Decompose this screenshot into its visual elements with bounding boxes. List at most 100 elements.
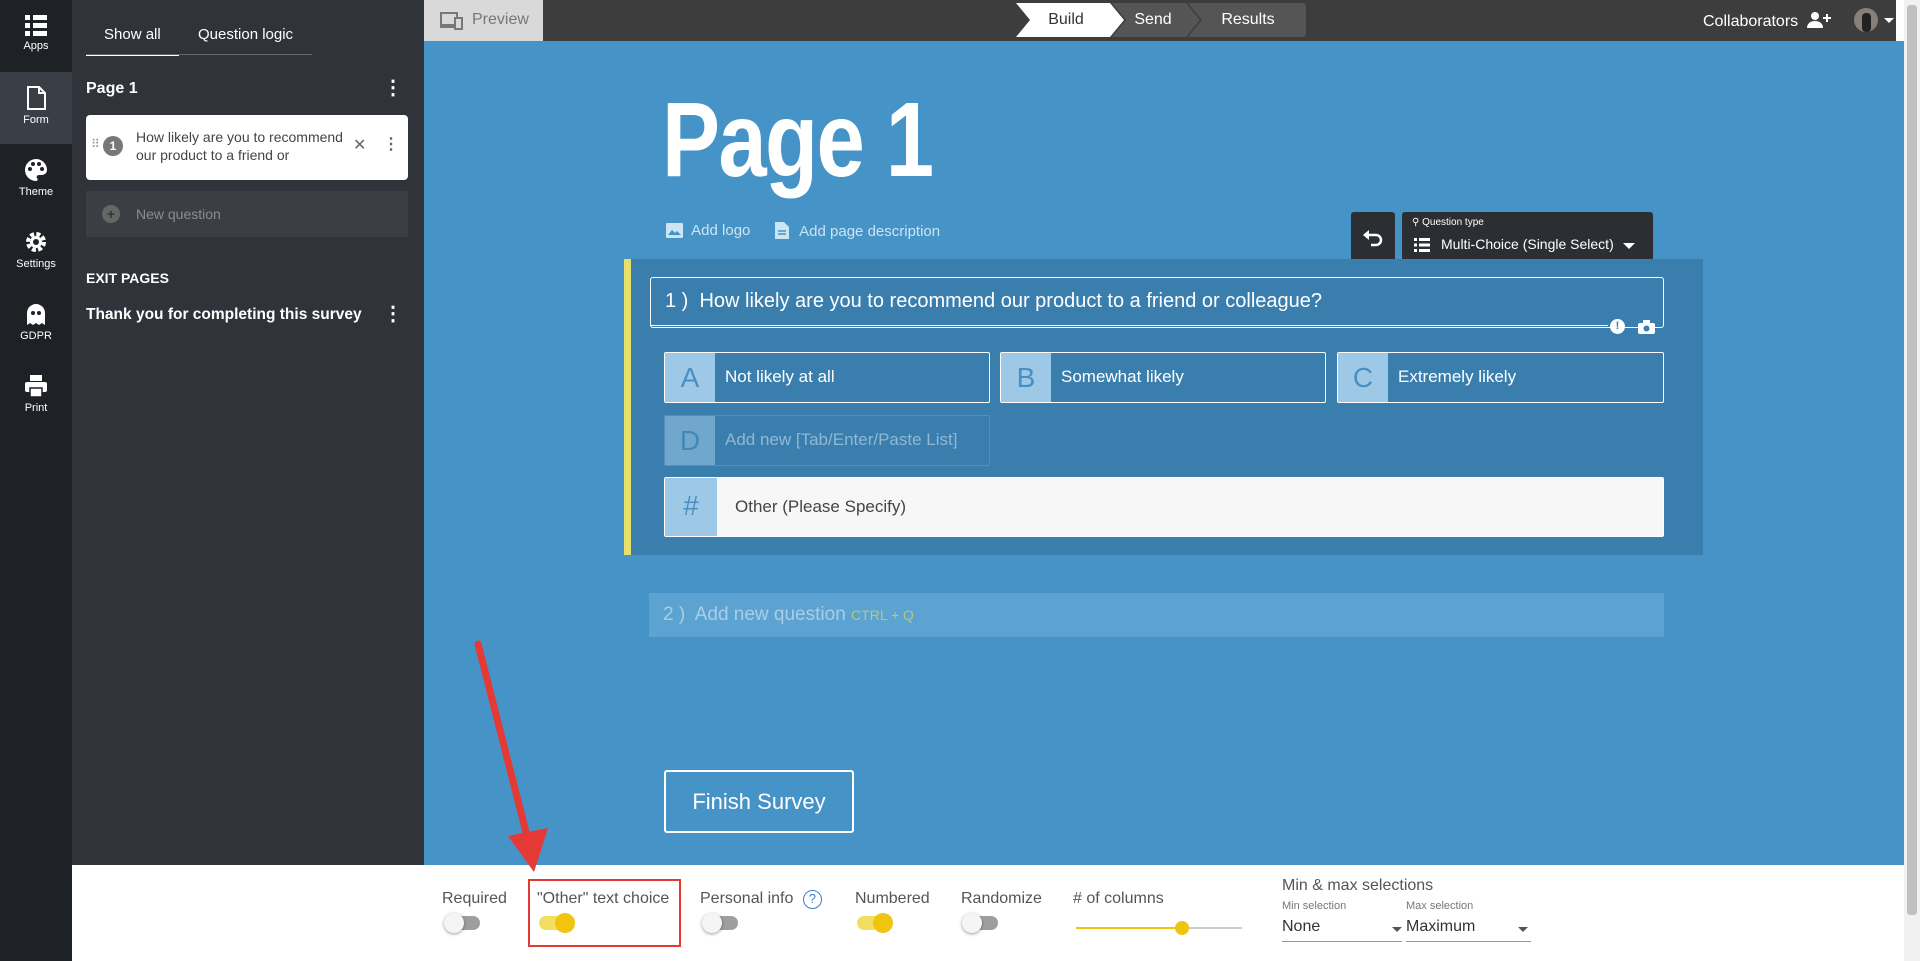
gear-icon xyxy=(26,232,46,252)
rail-theme[interactable]: Theme xyxy=(0,144,72,216)
info-icon[interactable]: ! xyxy=(1610,319,1625,334)
question-card[interactable]: ⠿ 1 How likely are you to recommend our … xyxy=(86,115,408,180)
personal-info-toggle[interactable] xyxy=(702,913,738,933)
add-logo-label: Add logo xyxy=(691,222,751,239)
exit-page-item[interactable]: Thank you for completing this survey xyxy=(86,306,362,324)
required-toggle[interactable] xyxy=(444,913,480,933)
personal-info-label: Personal info ? xyxy=(700,890,822,909)
rail-gdpr[interactable]: GDPR xyxy=(0,288,72,360)
question-type-label: ⚲ Question type xyxy=(1412,217,1484,228)
question-sidebar: Show all Question logic Page 1 ⋮ ⠿ 1 How… xyxy=(72,0,424,865)
columns-label: # of columns xyxy=(1073,890,1164,907)
step-send[interactable]: Send xyxy=(1120,3,1186,37)
rail-print-label: Print xyxy=(24,402,48,414)
min-selection-select[interactable]: None xyxy=(1282,918,1402,942)
preview-label: Preview xyxy=(472,11,529,28)
add-description-label: Add page description xyxy=(799,223,941,240)
max-selection-value: Maximum xyxy=(1406,918,1476,935)
other-text-choice-toggle[interactable] xyxy=(539,913,575,933)
add-new-question[interactable]: 2 ) Add new question CTRL + Q xyxy=(649,593,1664,637)
numbered-toggle[interactable] xyxy=(857,913,893,933)
question-menu-icon[interactable]: ⋮ xyxy=(383,134,399,154)
document-icon xyxy=(775,222,789,239)
undo-icon xyxy=(1363,230,1383,247)
choice-c[interactable]: C Extremely likely xyxy=(1337,352,1664,403)
randomize-label: Randomize xyxy=(961,890,1042,907)
rail-gdpr-label: GDPR xyxy=(20,330,52,342)
question-type-select[interactable]: ⚲ Question type Multi-Choice (Single Sel… xyxy=(1402,212,1653,266)
rail-form[interactable]: Form xyxy=(0,72,72,144)
rail-apps[interactable]: Apps xyxy=(0,0,72,72)
apps-grid-icon xyxy=(25,15,47,36)
other-choice-symbol: # xyxy=(665,478,717,536)
rail-form-label: Form xyxy=(23,114,49,126)
min-selection-label: Min selection xyxy=(1282,900,1347,912)
question-type-value: Multi-Choice (Single Select) xyxy=(1441,236,1614,252)
choice-letter: D xyxy=(665,416,715,465)
slider-fill xyxy=(1076,927,1183,929)
step-results[interactable]: Results xyxy=(1200,3,1296,37)
required-label: Required xyxy=(442,890,507,907)
choice-a[interactable]: A Not likely at all xyxy=(664,352,990,403)
account-chevron-down-icon[interactable] xyxy=(1884,18,1894,23)
randomize-toggle[interactable] xyxy=(962,913,998,933)
add-logo-button[interactable]: Add logo xyxy=(666,222,750,239)
annotation-arrow xyxy=(474,640,548,872)
tab-question-logic[interactable]: Question logic xyxy=(180,18,311,56)
finish-survey-button[interactable]: Finish Survey xyxy=(664,770,854,833)
new-question-button[interactable]: + New question xyxy=(86,191,408,237)
scrollbar-thumb[interactable] xyxy=(1907,5,1917,915)
delete-question-icon[interactable]: ✕ xyxy=(353,135,366,155)
sidebar-page-heading: Page 1 xyxy=(86,80,138,97)
rail-theme-label: Theme xyxy=(18,186,54,198)
step-build[interactable]: Build xyxy=(1030,3,1102,37)
toggle-knob xyxy=(873,913,893,933)
toggle-knob xyxy=(962,913,982,933)
next-question-label: Add new question xyxy=(694,604,846,625)
choice-letter: B xyxy=(1001,353,1051,402)
new-choice-input[interactable]: D Add new [Tab/Enter/Paste List] xyxy=(664,415,990,466)
form-document-icon xyxy=(27,86,46,110)
collaborators-button[interactable]: Collaborators xyxy=(1703,11,1831,31)
page-title[interactable]: Page 1 xyxy=(662,80,934,201)
help-icon[interactable]: ? xyxy=(802,890,822,909)
tab-show-all[interactable]: Show all xyxy=(86,18,179,56)
toggle-knob xyxy=(444,913,464,933)
max-selection-select[interactable]: Maximum xyxy=(1406,918,1531,942)
other-choice[interactable]: # Other (Please Specify) xyxy=(664,477,1664,537)
chevron-down-icon xyxy=(1623,243,1635,249)
undo-button[interactable] xyxy=(1351,212,1395,266)
choice-letter: C xyxy=(1338,353,1388,402)
avatar[interactable] xyxy=(1854,8,1878,32)
new-choice-placeholder: Add new [Tab/Enter/Paste List] xyxy=(725,430,958,449)
minmax-label: Min & max selections xyxy=(1282,877,1434,894)
ghost-icon xyxy=(27,304,45,325)
page-menu-icon[interactable]: ⋮ xyxy=(383,78,403,100)
camera-icon[interactable] xyxy=(1638,320,1655,334)
choice-text: Extremely likely xyxy=(1398,367,1517,386)
question-text-input[interactable]: 1 ) How likely are you to recommend our … xyxy=(650,277,1664,328)
add-description-button[interactable]: Add page description xyxy=(775,222,940,240)
exit-page-menu-icon[interactable]: ⋮ xyxy=(383,304,403,326)
shortcut-hint: CTRL + Q xyxy=(851,607,914,623)
devices-icon xyxy=(440,12,463,30)
rail-settings[interactable]: Settings xyxy=(0,216,72,288)
collaborators-label: Collaborators xyxy=(1703,13,1799,30)
question-number: 1 ) xyxy=(665,290,689,312)
numbered-label: Numbered xyxy=(855,890,930,907)
rail-settings-label: Settings xyxy=(16,258,56,270)
plus-icon: + xyxy=(102,205,120,223)
drag-handle-icon[interactable]: ⠿ xyxy=(91,137,100,151)
question-text: How likely are you to recommend our prod… xyxy=(699,290,1323,312)
choice-b[interactable]: B Somewhat likely xyxy=(1000,352,1326,403)
add-person-icon xyxy=(1806,12,1831,28)
scrollbar[interactable] xyxy=(1904,0,1920,961)
question-card-text: How likely are you to recommend our prod… xyxy=(136,129,343,168)
columns-slider[interactable] xyxy=(1076,921,1242,935)
question-number-badge: 1 xyxy=(103,136,123,156)
max-selection-label: Max selection xyxy=(1406,900,1474,912)
rail-print[interactable]: Print xyxy=(0,360,72,432)
choice-text: Not likely at all xyxy=(725,367,835,386)
preview-button[interactable]: Preview xyxy=(424,0,543,41)
input-underline xyxy=(650,325,1608,326)
